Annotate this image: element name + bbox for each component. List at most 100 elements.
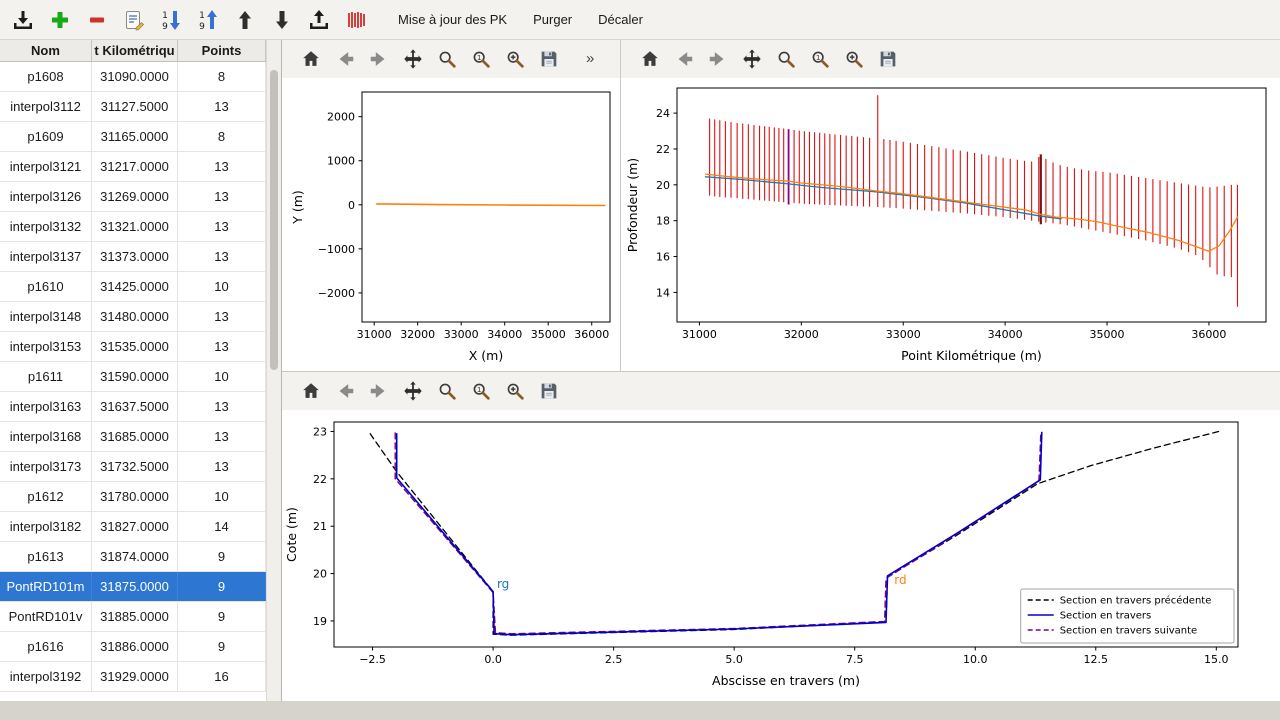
zoom-icon[interactable] xyxy=(434,46,460,72)
table-cell: 31590.0000 xyxy=(92,362,178,391)
svg-text:5.0: 5.0 xyxy=(725,653,743,666)
zoom-original-icon[interactable]: 1 xyxy=(468,378,494,404)
longitudinal-profile-plot[interactable]: 3100032000330003400035000360001416182022… xyxy=(621,78,1278,371)
table-row[interactable]: p160931165.00008 xyxy=(0,122,266,152)
table-cell: 13 xyxy=(178,452,266,481)
table-row[interactable]: interpol316331637.500013 xyxy=(0,392,266,422)
svg-text:10.0: 10.0 xyxy=(963,653,988,666)
back-icon[interactable] xyxy=(671,46,697,72)
pan-icon[interactable] xyxy=(400,46,426,72)
table-row[interactable]: p161131590.000010 xyxy=(0,362,266,392)
toolbar-overflow-chevron[interactable]: » xyxy=(586,50,594,67)
table-row[interactable]: p161231780.000010 xyxy=(0,482,266,512)
zoom-icon[interactable] xyxy=(773,46,799,72)
svg-text:12.5: 12.5 xyxy=(1084,653,1109,666)
table-row[interactable]: interpol316831685.000013 xyxy=(0,422,266,452)
table-cell: 31685.0000 xyxy=(92,422,178,451)
svg-text:Y (m): Y (m) xyxy=(290,190,305,225)
column-header[interactable]: Points xyxy=(178,40,266,61)
xy-plot[interactable]: 310003200033000340003500036000−2000−1000… xyxy=(282,78,620,371)
svg-text:X (m): X (m) xyxy=(469,348,503,363)
sections-table: Nomt KilométriquPoints p160831090.00008i… xyxy=(0,40,266,701)
update-pk-button[interactable]: Mise à jour des PK xyxy=(385,5,520,35)
column-header[interactable]: t Kilométriqu xyxy=(92,40,178,61)
table-cell: 10 xyxy=(178,482,266,511)
table-cell: interpol3168 xyxy=(0,422,92,451)
table-cell: interpol3153 xyxy=(0,332,92,361)
table-cell: 31732.5000 xyxy=(92,452,178,481)
export-icon[interactable] xyxy=(304,5,334,35)
table-cell: p1609 xyxy=(0,122,92,151)
sections-icon[interactable] xyxy=(341,5,371,35)
import-icon[interactable] xyxy=(8,5,38,35)
svg-text:23: 23 xyxy=(313,425,327,438)
table-row[interactable]: interpol313231321.000013 xyxy=(0,212,266,242)
table-row[interactable]: interpol319231929.000016 xyxy=(0,662,266,692)
svg-text:1: 1 xyxy=(162,11,168,21)
vertical-scrollbar[interactable] xyxy=(266,40,281,701)
zoom-in-icon[interactable] xyxy=(841,46,867,72)
save-icon[interactable] xyxy=(536,378,562,404)
back-icon[interactable] xyxy=(332,46,358,72)
table-row[interactable]: p160831090.00008 xyxy=(0,62,266,92)
table-cell: interpol3112 xyxy=(0,92,92,121)
svg-text:1: 1 xyxy=(477,385,482,394)
move-up-icon[interactable] xyxy=(230,5,260,35)
scrollbar-thumb[interactable] xyxy=(270,70,278,370)
table-cell: 8 xyxy=(178,62,266,91)
sort-desc-icon[interactable]: 19 xyxy=(156,5,186,35)
table-cell: 31827.0000 xyxy=(92,512,178,541)
zoom-original-icon[interactable]: 1 xyxy=(468,46,494,72)
svg-text:−2.5: −2.5 xyxy=(359,653,386,666)
edit-icon[interactable] xyxy=(119,5,149,35)
pan-icon[interactable] xyxy=(400,378,426,404)
zoom-in-icon[interactable] xyxy=(502,378,528,404)
table-row[interactable]: interpol311231127.500013 xyxy=(0,92,266,122)
table-cell: p1608 xyxy=(0,62,92,91)
shift-button[interactable]: Décaler xyxy=(585,5,656,35)
table-row[interactable]: interpol312631269.000013 xyxy=(0,182,266,212)
table-cell: 13 xyxy=(178,302,266,331)
table-row[interactable]: p161031425.000010 xyxy=(0,272,266,302)
home-icon[interactable] xyxy=(298,378,324,404)
table-row[interactable]: interpol317331732.500013 xyxy=(0,452,266,482)
column-header[interactable]: Nom xyxy=(0,40,92,61)
toolbar-button-group: Mise à jour des PKPurgerDécaler xyxy=(385,5,656,35)
save-icon[interactable] xyxy=(536,46,562,72)
move-down-icon[interactable] xyxy=(267,5,297,35)
remove-icon[interactable] xyxy=(82,5,112,35)
table-cell: p1610 xyxy=(0,272,92,301)
sort-asc-icon[interactable]: 19 xyxy=(193,5,223,35)
table-row[interactable]: PontRD101v31885.00009 xyxy=(0,602,266,632)
forward-icon[interactable] xyxy=(366,378,392,404)
zoom-icon[interactable] xyxy=(434,378,460,404)
toolbar-icon-group: 1919 xyxy=(8,5,371,35)
forward-icon[interactable] xyxy=(705,46,731,72)
home-icon[interactable] xyxy=(298,46,324,72)
table-cell: 16 xyxy=(178,662,266,691)
zoom-in-icon[interactable] xyxy=(502,46,528,72)
pan-icon[interactable] xyxy=(739,46,765,72)
table-cell: 31373.0000 xyxy=(92,242,178,271)
table-row[interactable]: interpol314831480.000013 xyxy=(0,302,266,332)
table-row[interactable]: interpol313731373.000013 xyxy=(0,242,266,272)
table-row[interactable]: PontRD101m31875.00009 xyxy=(0,572,266,602)
table-row[interactable]: p161631886.00009 xyxy=(0,632,266,662)
back-icon[interactable] xyxy=(332,378,358,404)
table-cell: 13 xyxy=(178,182,266,211)
table-row[interactable]: interpol315331535.000013 xyxy=(0,332,266,362)
table-cell: 31780.0000 xyxy=(92,482,178,511)
home-icon[interactable] xyxy=(637,46,663,72)
xy-plot-toolbar: 1» xyxy=(282,40,620,78)
table-row[interactable]: interpol312131217.000013 xyxy=(0,152,266,182)
table-cell: 13 xyxy=(178,152,266,181)
table-row[interactable]: p161331874.00009 xyxy=(0,542,266,572)
cross-section-plot[interactable]: rgrd−2.50.02.55.07.510.012.515.019202122… xyxy=(282,410,1278,700)
add-icon[interactable] xyxy=(45,5,75,35)
svg-text:rg: rg xyxy=(497,577,509,591)
zoom-original-icon[interactable]: 1 xyxy=(807,46,833,72)
table-row[interactable]: interpol318231827.000014 xyxy=(0,512,266,542)
save-icon[interactable] xyxy=(875,46,901,72)
forward-icon[interactable] xyxy=(366,46,392,72)
purge-button[interactable]: Purger xyxy=(520,5,585,35)
